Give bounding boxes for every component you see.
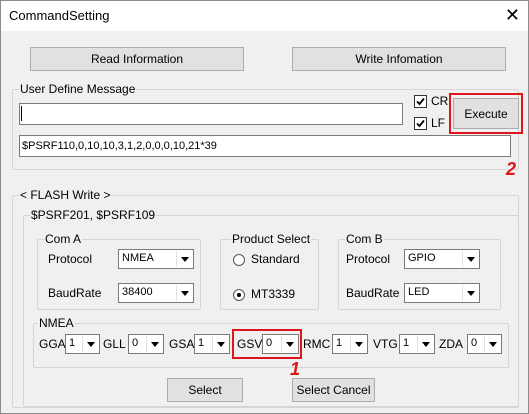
- com-b-protocol-value: GPIO: [408, 252, 436, 264]
- gga-value: 1: [69, 337, 76, 349]
- com-b-baudrate-value: LED: [408, 286, 430, 298]
- chevron-down-icon: [462, 285, 478, 301]
- vtg-select[interactable]: 1: [399, 334, 435, 354]
- rmc-select[interactable]: 1: [332, 334, 368, 354]
- gll-value: 0: [132, 337, 139, 349]
- cr-label: CR: [431, 94, 449, 108]
- gga-select[interactable]: 1: [65, 334, 100, 354]
- com-b-protocol-select[interactable]: GPIO: [404, 249, 480, 269]
- gga-label: GGA: [39, 337, 66, 351]
- flash-write-label: < FLASH Write >: [19, 188, 112, 202]
- zda-label: ZDA: [439, 337, 463, 351]
- mt3339-label: MT3339: [251, 287, 296, 301]
- chevron-down-icon: [484, 336, 500, 352]
- standard-label: Standard: [251, 252, 300, 266]
- chevron-down-icon: [176, 251, 192, 267]
- com-a-baudrate-label: BaudRate: [48, 286, 102, 300]
- gll-select[interactable]: 0: [128, 334, 164, 354]
- vtg-value: 1: [403, 337, 410, 349]
- select-cancel-button[interactable]: Select Cancel: [292, 378, 375, 402]
- com-a-protocol-select[interactable]: NMEA: [118, 249, 194, 269]
- lf-label: LF: [431, 116, 446, 130]
- chevron-down-icon: [462, 251, 478, 267]
- product-select-label: Product Select: [231, 232, 312, 246]
- title-bar: CommandSetting ✕: [1, 1, 528, 31]
- command-setting-window: CommandSetting ✕ Read Information Write …: [0, 0, 529, 414]
- select-button[interactable]: Select: [167, 378, 243, 402]
- com-b-baudrate-label: BaudRate: [346, 286, 400, 300]
- com-b-baudrate-select[interactable]: LED: [404, 283, 480, 303]
- read-information-button[interactable]: Read Information: [30, 47, 244, 71]
- close-icon[interactable]: ✕: [505, 4, 520, 26]
- gsa-label: GSA: [169, 337, 195, 351]
- com-a-protocol-value: NMEA: [122, 252, 154, 264]
- chevron-down-icon: [176, 285, 192, 301]
- zda-value: 0: [471, 337, 478, 349]
- vtg-label: VTG: [373, 337, 398, 351]
- chevron-down-icon: [417, 336, 433, 352]
- psrf-subgroup-label: $PSRF201, $PSRF109: [30, 208, 157, 222]
- gsa-select[interactable]: 1: [194, 334, 230, 354]
- user-define-message-label: User Define Message: [19, 82, 137, 96]
- cr-checkbox[interactable]: [414, 95, 427, 108]
- com-a-baudrate-select[interactable]: 38400: [118, 283, 194, 303]
- com-a-label: Com A: [44, 232, 83, 246]
- window-title: CommandSetting: [9, 8, 110, 23]
- execute-highlight-box: [449, 93, 523, 134]
- com-a-baudrate-value: 38400: [122, 286, 153, 298]
- com-b-protocol-label: Protocol: [346, 252, 391, 266]
- zda-select[interactable]: 0: [467, 334, 502, 354]
- chevron-down-icon: [212, 336, 228, 352]
- write-information-button[interactable]: Write Infomation: [292, 47, 506, 71]
- annotation-marker-2: 2: [506, 159, 517, 179]
- annotation-marker-1: 1: [290, 359, 301, 379]
- command-input[interactable]: $PSRF110,0,10,10,3,1,2,0,0,0,10,21*39: [19, 135, 511, 157]
- message-input[interactable]: [19, 103, 403, 125]
- lf-checkbox[interactable]: [414, 117, 427, 130]
- rmc-label: RMC: [303, 337, 331, 351]
- com-a-protocol-label: Protocol: [48, 252, 93, 266]
- text-cursor: [21, 106, 22, 121]
- gll-label: GLL: [103, 337, 126, 351]
- chevron-down-icon: [82, 336, 98, 352]
- chevron-down-icon: [146, 336, 162, 352]
- gsv-highlight-box: [232, 329, 302, 359]
- nmea-label: NMEA: [38, 316, 75, 330]
- chevron-down-icon: [350, 336, 366, 352]
- mt3339-radio[interactable]: [233, 289, 245, 301]
- standard-radio[interactable]: [233, 254, 245, 266]
- gsa-value: 1: [198, 337, 205, 349]
- com-b-label: Com B: [345, 232, 384, 246]
- rmc-value: 1: [336, 337, 343, 349]
